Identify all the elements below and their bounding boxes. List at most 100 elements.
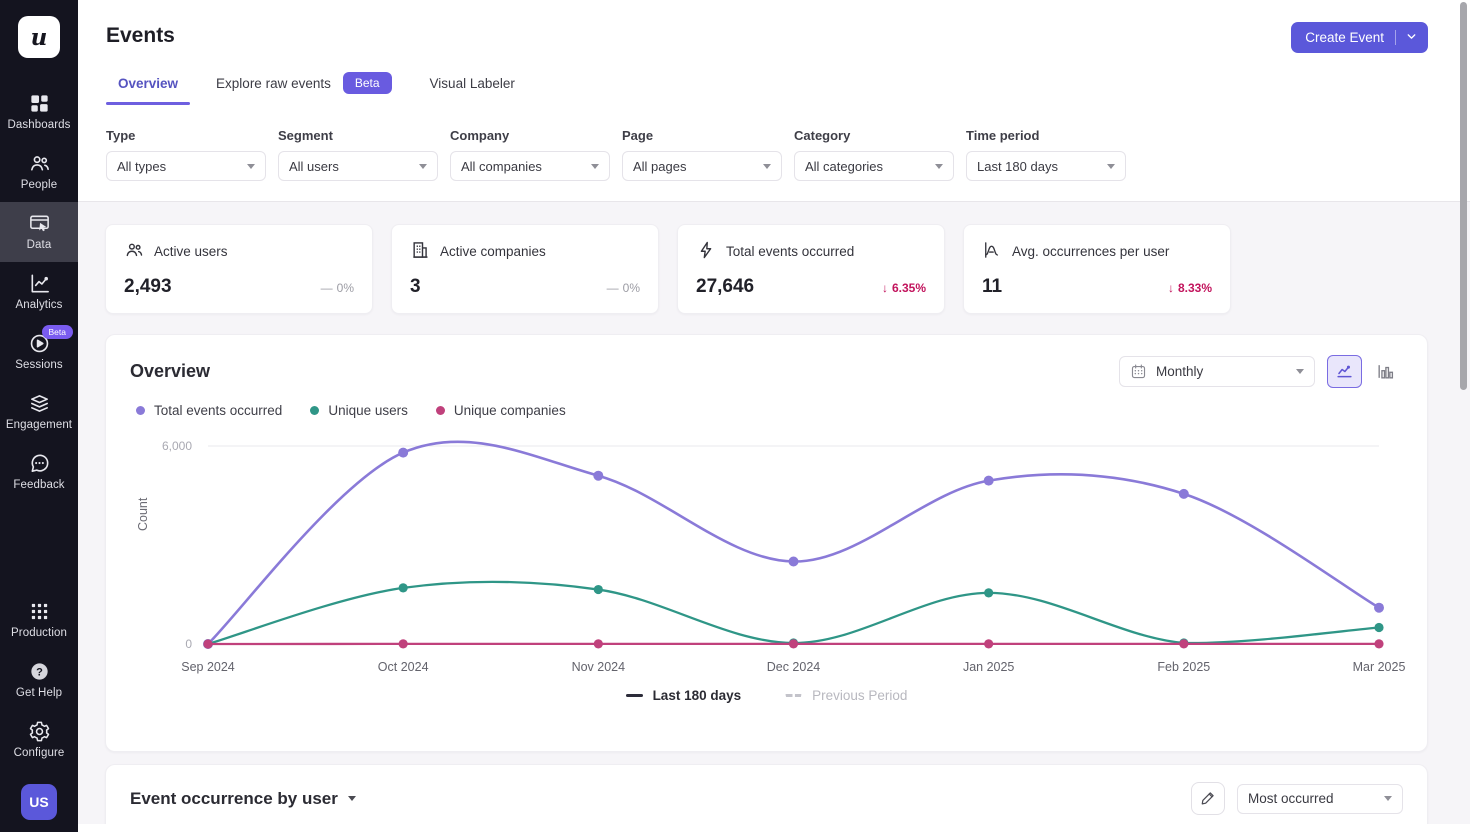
select-value: All types — [117, 159, 166, 174]
user-avatar[interactable]: US — [21, 784, 57, 820]
sidebar-item-feedback[interactable]: Feedback — [0, 442, 78, 502]
chevron-down-icon — [1296, 369, 1304, 374]
calendar-icon — [1130, 363, 1147, 380]
filter-label: Segment — [278, 128, 438, 143]
svg-text:Jan 2025: Jan 2025 — [963, 660, 1014, 674]
tab-explore-raw-events[interactable]: Explore raw events Beta — [204, 72, 404, 108]
chart-type-toggle — [1327, 355, 1403, 388]
legend-dot — [136, 406, 145, 415]
building-icon — [410, 240, 430, 263]
svg-text:Feb 2025: Feb 2025 — [1157, 660, 1210, 674]
svg-text:Dec 2024: Dec 2024 — [767, 660, 821, 674]
sidebar-item-people[interactable]: People — [0, 142, 78, 202]
sidebar-item-label: Production — [11, 627, 67, 639]
engagement-icon — [28, 392, 51, 415]
tab-visual-labeler[interactable]: Visual Labeler — [418, 76, 527, 105]
legend-item-unique-users[interactable]: Unique users — [310, 403, 408, 418]
svg-text:Oct 2024: Oct 2024 — [378, 660, 429, 674]
sidebar-item-label: Analytics — [16, 299, 63, 311]
stat-card-avg-occurrences: Avg. occurrences per user 11 ↓ 8.33% — [963, 224, 1231, 314]
granularity-select[interactable]: Monthly — [1119, 356, 1315, 387]
select-value: Monthly — [1156, 364, 1296, 379]
chevron-down-icon — [348, 796, 356, 801]
segment-select[interactable]: All users — [278, 151, 438, 181]
userpilot-logo[interactable]: u — [18, 16, 60, 58]
stat-label: Total events occurred — [726, 244, 854, 259]
stat-delta: — 0% — [607, 281, 640, 295]
sidebar-item-get-help[interactable]: ? Get Help — [0, 650, 78, 710]
legend-item-unique-companies[interactable]: Unique companies — [436, 403, 566, 418]
sidebar-item-label: People — [21, 179, 57, 191]
stat-delta: ↓ 8.33% — [1168, 281, 1212, 295]
users-icon — [124, 240, 144, 263]
analytics-icon — [28, 272, 51, 295]
distribution-curve-icon — [982, 240, 1002, 263]
dashed-line-icon — [785, 694, 802, 697]
legend-item-previous-period[interactable]: Previous Period — [785, 688, 907, 703]
create-event-button[interactable]: Create Event — [1291, 22, 1428, 53]
sidebar-item-data[interactable]: Data — [0, 202, 78, 262]
arrow-down-icon: ↓ — [882, 281, 888, 295]
stat-value: 3 — [410, 276, 421, 298]
select-value: Last 180 days — [977, 159, 1058, 174]
page-header: Events Create Event — [78, 0, 1470, 48]
arrow-down-icon: ↓ — [1168, 281, 1174, 295]
bar-chart-toggle-button[interactable] — [1368, 355, 1403, 388]
sort-select[interactable]: Most occurred — [1237, 784, 1403, 814]
filter-time-period: Time period Last 180 days — [966, 128, 1126, 181]
filter-label: Page — [622, 128, 782, 143]
production-icon — [28, 600, 51, 623]
stat-delta-value: 6.35% — [892, 281, 926, 295]
sidebar-item-configure[interactable]: Configure — [0, 710, 78, 770]
time-period-select[interactable]: Last 180 days — [966, 151, 1126, 181]
legend-item-total-events[interactable]: Total events occurred — [136, 403, 282, 418]
stat-delta: — 0% — [321, 281, 354, 295]
gear-icon — [28, 720, 51, 743]
filter-category: Category All categories — [794, 128, 954, 181]
sidebar-item-dashboards[interactable]: Dashboards — [0, 82, 78, 142]
stat-card-active-companies: Active companies 3 — 0% — [391, 224, 659, 314]
type-select[interactable]: All types — [106, 151, 266, 181]
category-select[interactable]: All categories — [794, 151, 954, 181]
sidebar-item-engagement[interactable]: Engagement — [0, 382, 78, 442]
sidebar-item-analytics[interactable]: Analytics — [0, 262, 78, 322]
tab-overview[interactable]: Overview — [106, 76, 190, 105]
filter-label: Category — [794, 128, 954, 143]
page-select[interactable]: All pages — [622, 151, 782, 181]
y-axis-title: Count — [136, 498, 150, 531]
sidebar-item-sessions[interactable]: Beta Sessions — [0, 322, 78, 382]
flat-dash-icon: — — [607, 281, 619, 295]
sidebar-item-production[interactable]: Production — [0, 590, 78, 650]
card-title: Event occurrence by user — [130, 789, 338, 809]
card-title-dropdown[interactable]: Event occurrence by user — [130, 789, 356, 809]
filter-company: Company All companies — [450, 128, 610, 181]
svg-text:0: 0 — [185, 637, 192, 651]
legend-label: Last 180 days — [653, 688, 742, 703]
company-select[interactable]: All companies — [450, 151, 610, 181]
dashboards-icon — [28, 92, 51, 115]
filter-type: Type All types — [106, 128, 266, 181]
chevron-down-icon — [935, 164, 943, 169]
line-chart: Count 06,000Sep 2024Oct 2024Nov 2024Dec … — [130, 426, 1403, 678]
stat-delta-value: 8.33% — [1178, 281, 1212, 295]
event-occurrence-card: Event occurrence by user Most occurred — [105, 764, 1428, 824]
tab-label: Overview — [118, 76, 178, 91]
edit-button[interactable] — [1191, 782, 1225, 815]
stat-value: 2,493 — [124, 276, 172, 298]
legend-item-current-period[interactable]: Last 180 days — [626, 688, 742, 703]
sidebar-item-label: Sessions — [15, 359, 62, 371]
feedback-icon — [28, 452, 51, 475]
chevron-down-icon — [763, 164, 771, 169]
sidebar-item-label: Dashboards — [7, 119, 70, 131]
vertical-scrollbar[interactable] — [1460, 2, 1467, 390]
select-value: All pages — [633, 159, 686, 174]
create-event-label: Create Event — [1305, 30, 1384, 45]
card-title: Overview — [130, 361, 210, 382]
select-value: All users — [289, 159, 339, 174]
svg-text:Mar 2025: Mar 2025 — [1353, 660, 1406, 674]
chevron-down-icon — [247, 164, 255, 169]
chevron-down-icon[interactable] — [1405, 30, 1418, 46]
line-chart-toggle-button[interactable] — [1327, 355, 1362, 388]
legend-label: Unique companies — [454, 403, 566, 418]
svg-text:Sep 2024: Sep 2024 — [181, 660, 235, 674]
